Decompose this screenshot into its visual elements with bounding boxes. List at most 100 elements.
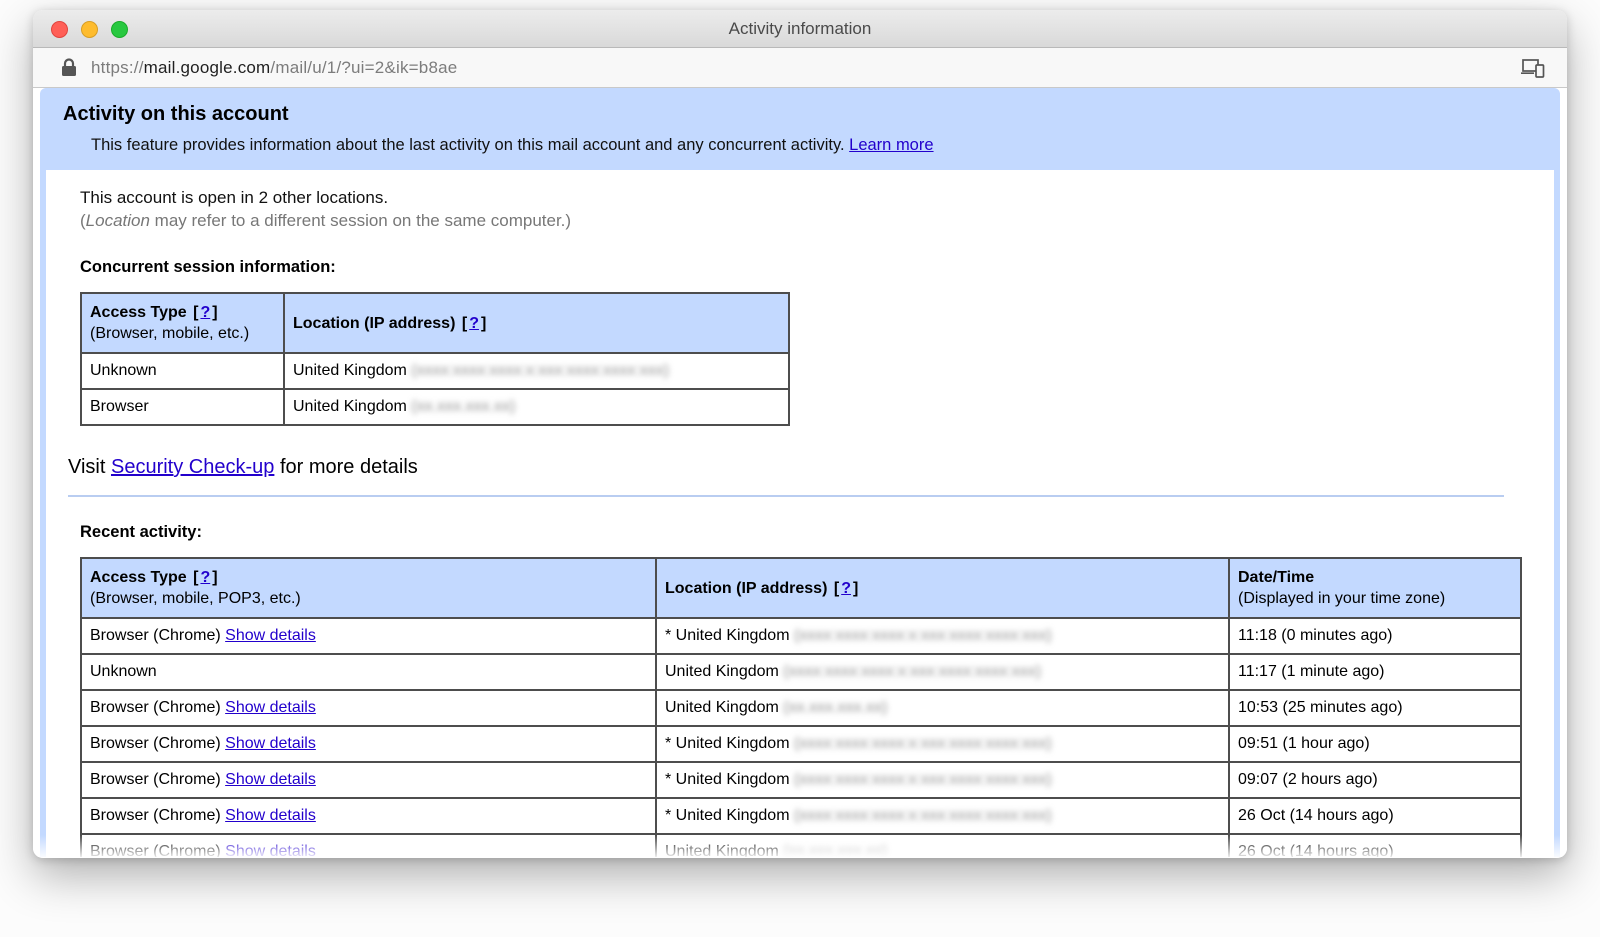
url-host: mail.google.com	[144, 58, 271, 77]
table-row: Browser (Chrome) Show details* United Ki…	[81, 618, 1521, 654]
redacted-ip: (xxxx:xxxx:xxxx:x:xxx:xxxx:xxxx:xxx)	[794, 735, 1052, 752]
ssl-lock-icon[interactable]	[61, 58, 77, 77]
security-checkup-text: Visit Security Check-up for more details	[68, 456, 1520, 479]
col-header-location: Location (IP address) [?]	[284, 293, 789, 353]
address-bar[interactable]: https://mail.google.com/mail/u/1/?ui=2&i…	[33, 48, 1567, 88]
section-divider	[68, 495, 1504, 497]
table-header-row: Access Type [?] (Browser, mobile, etc.) …	[81, 293, 789, 353]
concurrent-session-table: Access Type [?] (Browser, mobile, etc.) …	[80, 292, 790, 426]
location-label: United Kingdom	[676, 735, 794, 752]
location-label: United Kingdom	[293, 362, 411, 379]
redacted-ip: (xxxx:xxxx:xxxx:x:xxx:xxxx:xxxx:xxx)	[783, 663, 1041, 680]
browser-window: Activity information https://mail.google…	[33, 10, 1567, 858]
access-type-label: Browser (Chrome)	[90, 627, 221, 644]
current-session-marker: *	[665, 807, 676, 824]
close-window-button[interactable]	[51, 21, 68, 38]
access-type-label: Browser (Chrome)	[90, 699, 221, 716]
col-header-location: Location (IP address) [?]	[656, 558, 1229, 618]
location-label: United Kingdom	[665, 699, 783, 716]
table-header-row: Access Type [?] (Browser, mobile, POP3, …	[81, 558, 1521, 618]
access-type-label: Unknown	[90, 362, 157, 379]
datetime-cell: 10:53 (25 minutes ago)	[1229, 690, 1521, 726]
access-type-cell: Browser (Chrome) Show details	[81, 690, 656, 726]
datetime-cell: 09:07 (2 hours ago)	[1229, 762, 1521, 798]
devices-icon[interactable]	[1521, 57, 1545, 78]
location-cell: * United Kingdom (xxxx:xxxx:xxxx:x:xxx:x…	[656, 726, 1229, 762]
datetime-cell: 26 Oct (14 hours ago)	[1229, 798, 1521, 834]
access-type-help-link[interactable]: ?	[200, 304, 210, 321]
access-type-cell: Browser (Chrome) Show details	[81, 834, 656, 857]
datetime-cell: 09:51 (1 hour ago)	[1229, 726, 1521, 762]
current-session-marker: *	[665, 771, 676, 788]
activity-body: This account is open in 2 other location…	[46, 170, 1554, 857]
redacted-ip: (xxxx:xxxx:xxxx:x:xxx:xxxx:xxxx:xxx)	[794, 771, 1052, 788]
activity-panel: Activity on this account This feature pr…	[40, 88, 1560, 857]
location-cell: * United Kingdom (xxxx:xxxx:xxxx:x:xxx:x…	[656, 618, 1229, 654]
minimize-window-button[interactable]	[81, 21, 98, 38]
col-header-access-type: Access Type [?] (Browser, mobile, etc.)	[81, 293, 284, 353]
zoom-window-button[interactable]	[111, 21, 128, 38]
access-type-label: Browser (Chrome)	[90, 735, 221, 752]
window-title: Activity information	[33, 10, 1567, 48]
current-session-marker: *	[665, 627, 676, 644]
location-label: United Kingdom	[665, 663, 783, 680]
recent-activity-table: Access Type [?] (Browser, mobile, POP3, …	[80, 557, 1522, 857]
location-label: United Kingdom	[676, 771, 794, 788]
security-checkup-link[interactable]: Security Check-up	[111, 456, 274, 478]
recent-activity-heading: Recent activity:	[80, 523, 1520, 542]
url-path: /mail/u/1/?ui=2&ik=b8ae	[270, 58, 457, 77]
redacted-ip: (xxxx:xxxx:xxxx:x:xxx:xxxx:xxxx:xxx)	[411, 362, 669, 379]
location-help-link[interactable]: ?	[469, 315, 479, 332]
access-type-label: Browser (Chrome)	[90, 843, 221, 857]
show-details-link[interactable]: Show details	[225, 735, 316, 752]
access-type-cell: Browser	[81, 389, 284, 425]
location-cell: United Kingdom (xxxx:xxxx:xxxx:x:xxx:xxx…	[284, 353, 789, 389]
access-type-cell: Browser (Chrome) Show details	[81, 618, 656, 654]
location-label: United Kingdom	[676, 807, 794, 824]
access-type-label: Browser (Chrome)	[90, 807, 221, 824]
access-type-help-link[interactable]: ?	[200, 569, 210, 586]
show-details-link[interactable]: Show details	[225, 627, 316, 644]
location-cell: United Kingdom (xx.xxx.xxx.xx)	[656, 834, 1229, 857]
table-row: Browser (Chrome) Show details * United Ki…	[81, 762, 1521, 798]
col-header-access-type: Access Type [?] (Browser, mobile, POP3, …	[81, 558, 656, 618]
location-cell: United Kingdom (xxxx:xxxx:xxxx:x:xxx:xxx…	[656, 654, 1229, 690]
location-help-link[interactable]: ?	[841, 580, 851, 597]
page-title: Activity on this account	[46, 101, 1554, 126]
open-locations-text: This account is open in 2 other location…	[80, 186, 1520, 209]
page-description: This feature provides information about …	[46, 126, 1554, 155]
table-row: Browser (Chrome) Show details * United Ki…	[81, 798, 1521, 834]
col-header-datetime: Date/Time (Displayed in your time zone)	[1229, 558, 1521, 618]
access-type-cell: Browser (Chrome) Show details	[81, 798, 656, 834]
url-field[interactable]: https://mail.google.com/mail/u/1/?ui=2&i…	[91, 58, 1509, 78]
location-cell: United Kingdom (xx.xxx.xxx.xx)	[656, 690, 1229, 726]
concurrent-session-heading: Concurrent session information:	[80, 258, 1520, 277]
table-row: Browser (Chrome) Show detailsUnited King…	[81, 690, 1521, 726]
redacted-ip: (xx.xxx.xxx.xx)	[783, 843, 887, 857]
redacted-ip: (xx.xxx.xxx.xx)	[783, 699, 887, 716]
access-type-label: Browser	[90, 398, 149, 415]
learn-more-link[interactable]: Learn more	[849, 136, 933, 154]
datetime-cell: 11:17 (1 minute ago)	[1229, 654, 1521, 690]
access-type-cell: Browser (Chrome) Show details	[81, 726, 656, 762]
title-bar[interactable]: Activity information	[33, 10, 1567, 48]
location-label: United Kingdom	[665, 843, 783, 857]
table-row: Browser (Chrome) Show detailsUnited King…	[81, 834, 1521, 857]
show-details-link[interactable]: Show details	[225, 807, 316, 824]
redacted-ip: (xx.xxx.xxx.xx)	[411, 398, 515, 415]
show-details-link[interactable]: Show details	[225, 699, 316, 716]
redacted-ip: (xxxx:xxxx:xxxx:x:xxx:xxxx:xxxx:xxx)	[794, 627, 1052, 644]
page-header: Activity on this account This feature pr…	[46, 88, 1554, 170]
access-type-cell: Browser (Chrome) Show details	[81, 762, 656, 798]
show-details-link[interactable]: Show details	[225, 843, 316, 857]
location-note-text: (Location may refer to a different sessi…	[80, 209, 1520, 232]
show-details-link[interactable]: Show details	[225, 771, 316, 788]
location-label: United Kingdom	[676, 627, 794, 644]
table-row: BrowserUnited Kingdom (xx.xxx.xxx.xx)	[81, 389, 789, 425]
concurrent-table-body: Unknown United Kingdom (xxxx:xxxx:xxxx:x:…	[81, 353, 789, 425]
table-row: Browser (Chrome) Show details* United Ki…	[81, 726, 1521, 762]
datetime-cell: 11:18 (0 minutes ago)	[1229, 618, 1521, 654]
window-controls	[51, 21, 128, 38]
page-content: Activity on this account This feature pr…	[33, 88, 1567, 857]
access-type-label: Unknown	[90, 663, 157, 680]
